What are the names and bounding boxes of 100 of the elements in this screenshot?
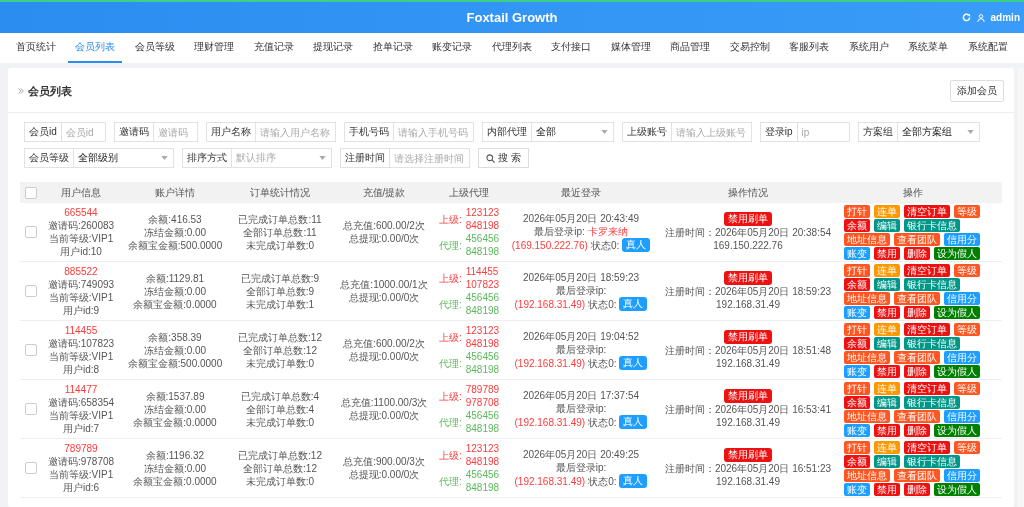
action-button[interactable]: 信用分: [944, 350, 980, 364]
action-button[interactable]: 删除: [904, 246, 930, 260]
action-button[interactable]: 删除: [904, 482, 930, 496]
action-button[interactable]: 银行卡信息: [904, 277, 960, 291]
action-button[interactable]: 等级: [954, 322, 980, 336]
nav-tab[interactable]: 媒体管理: [603, 33, 658, 63]
nav-tab[interactable]: 会员等级: [127, 33, 182, 63]
action-button[interactable]: 账变: [844, 305, 870, 319]
action-button[interactable]: 账变: [844, 423, 870, 437]
action-button[interactable]: 编辑: [874, 336, 900, 350]
nav-tab[interactable]: 充值记录: [246, 33, 301, 63]
add-member-button[interactable]: 添加会员: [950, 80, 1004, 102]
action-button[interactable]: 查看团队: [894, 232, 940, 246]
action-button[interactable]: 打针: [844, 381, 870, 395]
action-button[interactable]: 等级: [954, 263, 980, 277]
disable-brushing-button[interactable]: 禁用刷单: [724, 330, 772, 344]
disable-brushing-button[interactable]: 禁用刷单: [724, 212, 772, 226]
action-button[interactable]: 清空订单: [904, 322, 950, 336]
action-button[interactable]: 清空订单: [904, 440, 950, 454]
filter-input[interactable]: 请选择注册时间: [390, 148, 470, 168]
action-button[interactable]: 清空订单: [904, 381, 950, 395]
action-button[interactable]: 打针: [844, 322, 870, 336]
action-button[interactable]: 余额: [844, 454, 870, 468]
nav-tab[interactable]: 客服列表: [782, 33, 837, 63]
action-button[interactable]: 地址信息: [844, 291, 890, 305]
action-button[interactable]: 账变: [844, 246, 870, 260]
search-button[interactable]: 搜 索: [478, 148, 529, 168]
disable-brushing-button[interactable]: 禁用刷单: [724, 389, 772, 403]
action-button[interactable]: 银行卡信息: [904, 218, 960, 232]
row-checkbox[interactable]: [25, 344, 37, 356]
nav-tab[interactable]: 系统配置: [961, 33, 1015, 63]
action-button[interactable]: 禁用: [874, 246, 900, 260]
filter-input[interactable]: 请输入手机号码: [393, 122, 474, 142]
nav-tab[interactable]: 提现记录: [306, 33, 361, 63]
action-button[interactable]: 等级: [954, 440, 980, 454]
nav-tab[interactable]: 系统菜单: [901, 33, 956, 63]
action-button[interactable]: 设为假人: [934, 482, 980, 496]
disable-brushing-button[interactable]: 禁用刷单: [724, 448, 772, 462]
action-button[interactable]: 设为假人: [934, 364, 980, 378]
action-button[interactable]: 信用分: [944, 468, 980, 482]
action-button[interactable]: 银行卡信息: [904, 454, 960, 468]
action-button[interactable]: 等级: [954, 381, 980, 395]
action-button[interactable]: 地址信息: [844, 350, 890, 364]
action-button[interactable]: 等级: [954, 204, 980, 218]
action-button[interactable]: 信用分: [944, 232, 980, 246]
action-button[interactable]: 禁用: [874, 305, 900, 319]
nav-tab[interactable]: 商品管理: [663, 33, 718, 63]
action-button[interactable]: 打针: [844, 263, 870, 277]
action-button[interactable]: 信用分: [944, 291, 980, 305]
action-button[interactable]: 打针: [844, 440, 870, 454]
action-button[interactable]: 账变: [844, 364, 870, 378]
user-name[interactable]: admin: [990, 12, 1020, 23]
action-button[interactable]: 地址信息: [844, 468, 890, 482]
action-button[interactable]: 银行卡信息: [904, 395, 960, 409]
filter-input[interactable]: ip: [797, 122, 850, 142]
filter-select[interactable]: 全部级别: [74, 148, 174, 168]
action-button[interactable]: 地址信息: [844, 409, 890, 423]
action-button[interactable]: 清空订单: [904, 263, 950, 277]
filter-input[interactable]: 请输入用户名称: [255, 122, 336, 142]
action-button[interactable]: 编辑: [874, 218, 900, 232]
action-button[interactable]: 设为假人: [934, 246, 980, 260]
action-button[interactable]: 编辑: [874, 277, 900, 291]
row-checkbox[interactable]: [25, 403, 37, 415]
row-checkbox[interactable]: [25, 462, 37, 474]
action-button[interactable]: 查看团队: [894, 468, 940, 482]
filter-select[interactable]: 默认排序: [232, 148, 332, 168]
filter-select[interactable]: 全部方案组: [897, 122, 980, 142]
row-checkbox[interactable]: [25, 285, 37, 297]
action-button[interactable]: 编辑: [874, 454, 900, 468]
select-all-checkbox[interactable]: [25, 186, 37, 199]
nav-tab[interactable]: 支付接口: [544, 33, 599, 63]
nav-tab[interactable]: 理财管理: [187, 33, 242, 63]
action-button[interactable]: 禁用: [874, 423, 900, 437]
action-button[interactable]: 删除: [904, 364, 930, 378]
action-button[interactable]: 清空订单: [904, 204, 950, 218]
disable-brushing-button[interactable]: 禁用刷单: [724, 271, 772, 285]
nav-tab[interactable]: 系统用户: [841, 33, 896, 63]
action-button[interactable]: 禁用: [874, 482, 900, 496]
row-checkbox[interactable]: [25, 226, 37, 238]
action-button[interactable]: 删除: [904, 305, 930, 319]
nav-tab[interactable]: 账变记录: [425, 33, 480, 63]
action-button[interactable]: 余额: [844, 277, 870, 291]
action-button[interactable]: 信用分: [944, 409, 980, 423]
action-button[interactable]: 查看团队: [894, 350, 940, 364]
refresh-icon[interactable]: [961, 13, 971, 22]
nav-tab[interactable]: 交易控制: [722, 33, 777, 63]
action-button[interactable]: 余额: [844, 336, 870, 350]
filter-input[interactable]: 邀请码: [153, 122, 198, 142]
nav-tab[interactable]: 抢单记录: [365, 33, 420, 63]
filter-select[interactable]: 全部: [531, 122, 614, 142]
action-button[interactable]: 余额: [844, 395, 870, 409]
action-button[interactable]: 地址信息: [844, 232, 890, 246]
action-button[interactable]: 禁用: [874, 364, 900, 378]
filter-input[interactable]: 请输入上级账号: [671, 122, 752, 142]
action-button[interactable]: 打针: [844, 204, 870, 218]
action-button[interactable]: 余额: [844, 218, 870, 232]
action-button[interactable]: 查看团队: [894, 291, 940, 305]
nav-tab[interactable]: 会员列表: [68, 33, 123, 63]
action-button[interactable]: 查看团队: [894, 409, 940, 423]
action-button[interactable]: 账变: [844, 482, 870, 496]
